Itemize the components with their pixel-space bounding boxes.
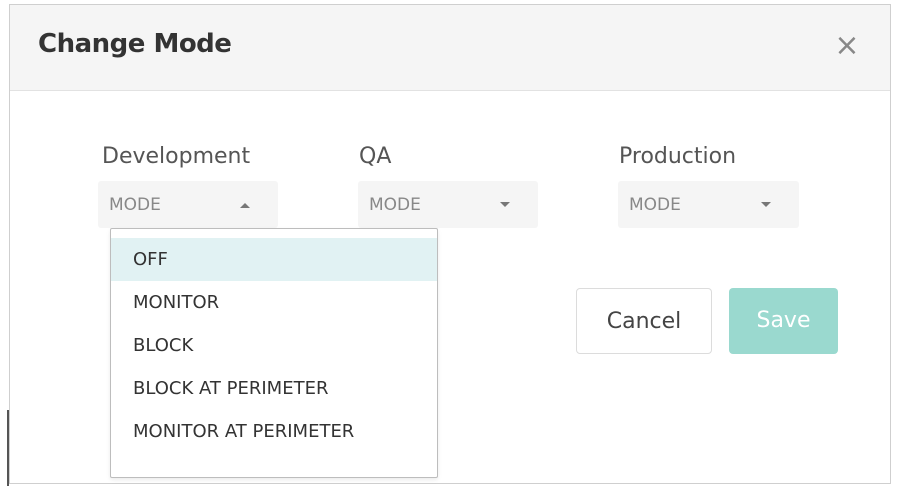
mode-dropdown-menu: OFF MONITOR BLOCK BLOCK AT PERIMETER MON… — [110, 228, 438, 478]
caret-down-icon — [500, 202, 510, 207]
qa-mode-value: MODE — [369, 195, 421, 215]
dialog-title: Change Mode — [38, 29, 232, 59]
cancel-button[interactable]: Cancel — [576, 288, 712, 354]
production-label: Production — [619, 144, 737, 169]
production-mode-value: MODE — [629, 195, 681, 215]
background-edge — [7, 410, 9, 486]
development-mode-select[interactable]: MODE — [98, 181, 278, 228]
close-icon: × — [834, 28, 860, 63]
option-block-at-perimeter[interactable]: BLOCK AT PERIMETER — [111, 367, 437, 410]
caret-up-icon — [240, 203, 250, 208]
option-off[interactable]: OFF — [111, 238, 437, 281]
development-mode-value: MODE — [109, 195, 161, 215]
caret-down-icon — [761, 202, 771, 207]
close-button[interactable]: × — [832, 29, 862, 63]
option-monitor[interactable]: MONITOR — [111, 281, 437, 324]
production-mode-select[interactable]: MODE — [618, 181, 799, 228]
development-label: Development — [102, 144, 251, 169]
qa-label: QA — [359, 144, 392, 169]
option-monitor-at-perimeter[interactable]: MONITOR AT PERIMETER — [111, 410, 437, 453]
qa-mode-select[interactable]: MODE — [358, 181, 538, 228]
save-button[interactable]: Save — [729, 288, 838, 354]
option-block[interactable]: BLOCK — [111, 324, 437, 367]
dialog-header: Change Mode × — [10, 5, 890, 91]
